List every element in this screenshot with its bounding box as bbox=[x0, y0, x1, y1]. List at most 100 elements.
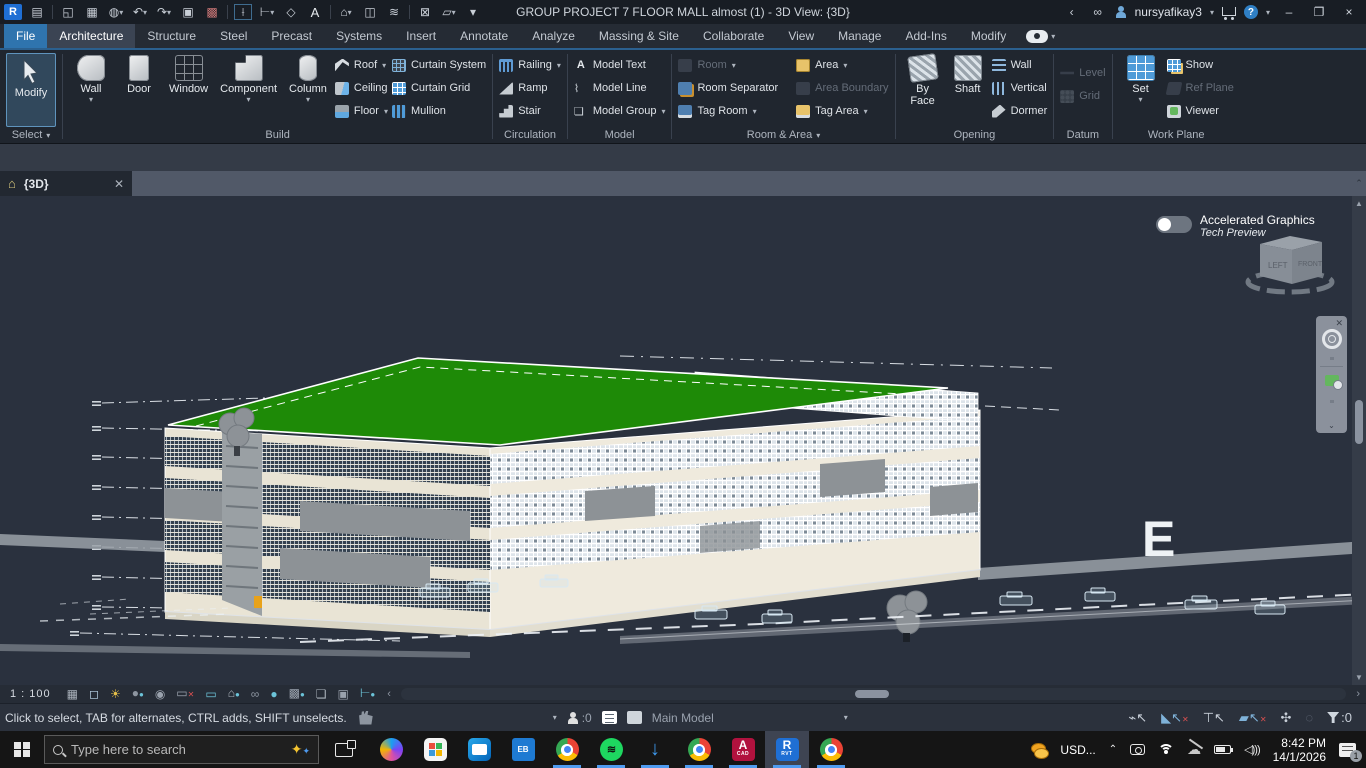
tab-add-ins[interactable]: Add-Ins bbox=[893, 24, 958, 48]
worksets-status[interactable]: :0 bbox=[567, 711, 592, 725]
task-view-icon[interactable] bbox=[335, 743, 353, 757]
volume-icon[interactable]: ◁))) bbox=[1244, 743, 1259, 756]
view-tab-scroll-icon[interactable]: ⌃ bbox=[1352, 171, 1366, 196]
meet-now-icon[interactable] bbox=[1130, 744, 1145, 755]
app-autocad[interactable]: ACAD bbox=[721, 731, 765, 768]
shadows-icon[interactable]: ●● bbox=[132, 687, 144, 701]
opening-vertical-button[interactable]: Vertical bbox=[992, 78, 1048, 98]
battery-icon[interactable] bbox=[1214, 745, 1231, 754]
navbar-close-icon[interactable]: ✕ bbox=[1335, 319, 1343, 327]
modify-button[interactable]: Modify bbox=[6, 53, 56, 127]
currency-coins-icon[interactable] bbox=[1031, 743, 1047, 757]
drag-on-selection-icon[interactable]: ✣ bbox=[1281, 710, 1292, 726]
taskbar-search[interactable]: Type here to search ✦✦ bbox=[44, 735, 319, 764]
steering-wheel-icon[interactable] bbox=[1322, 329, 1342, 349]
scroll-left-icon[interactable]: ‹ bbox=[381, 688, 397, 700]
app-chrome-1[interactable] bbox=[545, 731, 589, 768]
file-properties-icon[interactable]: ▤ bbox=[28, 4, 46, 20]
view-tab-3d[interactable]: ⌂ {3D} ✕ bbox=[0, 171, 132, 196]
shaft-button[interactable]: Shaft bbox=[948, 53, 988, 97]
background-processes-icon[interactable]: ◌ bbox=[1305, 710, 1313, 725]
reveal-hidden-icon[interactable]: ∞ bbox=[251, 688, 260, 700]
tab-view[interactable]: View bbox=[776, 24, 826, 48]
tab-collaborate[interactable]: Collaborate bbox=[691, 24, 776, 48]
minimize-button[interactable]: – bbox=[1278, 3, 1300, 21]
active-design-option[interactable]: Main Model bbox=[652, 711, 714, 725]
scroll-right-icon[interactable]: › bbox=[1350, 688, 1366, 700]
show-crop-region-icon[interactable]: ▭ bbox=[205, 688, 216, 700]
ramp-button[interactable]: Ramp bbox=[499, 78, 561, 98]
tab-steel[interactable]: Steel bbox=[208, 24, 259, 48]
viewcube-left-face[interactable]: LEFT bbox=[1268, 261, 1288, 270]
help-caret-icon[interactable]: ▾ bbox=[1266, 8, 1270, 17]
railing-button[interactable]: Railing▾ bbox=[499, 55, 561, 75]
close-hidden-windows-icon[interactable]: ⊠ bbox=[416, 4, 434, 20]
start-button[interactable] bbox=[0, 731, 44, 768]
measure-icon[interactable]: ⟊ bbox=[234, 4, 252, 20]
app-copilot[interactable] bbox=[369, 731, 413, 768]
drawing-area[interactable]: E Accelerated Graphics Tech Preview LEFT… bbox=[0, 196, 1366, 685]
floor-button[interactable]: Floor▾ bbox=[335, 101, 388, 121]
visual-style-icon[interactable]: ◻ bbox=[89, 688, 99, 700]
help-icon[interactable]: ? bbox=[1244, 5, 1258, 19]
design-options-icon[interactable] bbox=[627, 711, 642, 724]
username[interactable]: nursyafikay3 bbox=[1135, 5, 1202, 19]
app-downloads[interactable]: ↓ bbox=[633, 731, 677, 768]
app-microsoft-store[interactable] bbox=[413, 731, 457, 768]
filter-control[interactable]: :0 bbox=[1327, 710, 1352, 725]
user-menu-caret-icon[interactable]: ▾ bbox=[1210, 8, 1214, 17]
mall-building[interactable] bbox=[165, 358, 980, 637]
thin-lines-icon[interactable]: ≋ bbox=[385, 4, 403, 20]
navbar-options-caret-icon[interactable]: ⌄ bbox=[1328, 421, 1335, 430]
design-option-caret-icon[interactable]: ▾ bbox=[844, 713, 848, 722]
reveal-constraints-icon[interactable]: ▣ bbox=[338, 688, 349, 700]
tab-manage[interactable]: Manage bbox=[826, 24, 893, 48]
home-3d-view-icon[interactable]: ⌂▾ bbox=[337, 4, 355, 20]
elevation-marker[interactable]: E bbox=[1142, 511, 1175, 567]
detail-level-icon[interactable]: ▦ bbox=[67, 688, 78, 700]
panel-label-opening[interactable]: Opening bbox=[896, 127, 1054, 143]
model-group-button[interactable]: ❏Model Group▾ bbox=[574, 101, 666, 121]
set-button[interactable]: Set▾ bbox=[1119, 53, 1163, 106]
communicator-icon[interactable]: ▾ bbox=[1026, 24, 1055, 48]
mullion-button[interactable]: Mullion bbox=[392, 101, 486, 121]
redo-icon[interactable]: ↷▾ bbox=[155, 4, 173, 20]
viewcube-front-face[interactable]: FRONT bbox=[1298, 261, 1323, 268]
horizontal-scrollbar[interactable] bbox=[401, 688, 1346, 700]
tab-annotate[interactable]: Annotate bbox=[448, 24, 520, 48]
stair-button[interactable]: Stair bbox=[499, 101, 561, 121]
app-eb[interactable]: EB bbox=[501, 731, 545, 768]
ceiling-button[interactable]: Ceiling bbox=[335, 78, 388, 98]
app-outlook[interactable] bbox=[457, 731, 501, 768]
select-links-icon[interactable]: ⌁↖ bbox=[1128, 710, 1147, 726]
close-button[interactable]: × bbox=[1338, 3, 1360, 21]
wifi-icon[interactable] bbox=[1158, 744, 1174, 756]
panel-label-model[interactable]: Model bbox=[568, 127, 672, 143]
door-button[interactable]: Door bbox=[117, 53, 161, 97]
roof-button[interactable]: Roof▾ bbox=[335, 55, 388, 75]
dimension-icon[interactable]: ⊢▾ bbox=[258, 4, 276, 20]
opening-wall-button[interactable]: Wall bbox=[992, 55, 1048, 75]
status-expand-caret-icon[interactable]: ▾ bbox=[553, 713, 557, 722]
model-line-button[interactable]: ⌇Model Line bbox=[574, 78, 666, 98]
select-underlay-icon[interactable]: ◣↖✕ bbox=[1161, 710, 1189, 726]
clock[interactable]: 8:42 PM 14/1/2026 bbox=[1273, 736, 1326, 764]
model-3d-view[interactable]: E bbox=[0, 196, 1366, 685]
insert-image-icon[interactable]: ▩ bbox=[203, 4, 221, 20]
panel-label-select[interactable]: Select▾ bbox=[0, 127, 62, 143]
panel-label-build[interactable]: Build bbox=[63, 127, 492, 143]
accelerated-graphics-toggle[interactable] bbox=[1156, 216, 1192, 233]
tag-area-button[interactable]: Tag Area▾ bbox=[796, 101, 888, 121]
user-avatar-icon[interactable] bbox=[1115, 6, 1127, 18]
customize-qat-icon[interactable]: ▾ bbox=[464, 4, 482, 20]
text-icon[interactable]: A bbox=[306, 4, 324, 20]
restore-button[interactable]: ❐ bbox=[1308, 3, 1330, 21]
view-lock-icon[interactable]: ⌂● bbox=[228, 687, 240, 701]
tab-structure[interactable]: Structure bbox=[135, 24, 208, 48]
panel-label-room-area[interactable]: Room & Area▾ bbox=[672, 127, 894, 143]
zoom-tool-icon[interactable] bbox=[1325, 375, 1339, 386]
search-icon[interactable]: ∞ bbox=[1089, 4, 1107, 20]
print-icon[interactable]: ▣ bbox=[179, 4, 197, 20]
area-button[interactable]: Area▾ bbox=[796, 55, 888, 75]
app-spotify[interactable]: ≋ bbox=[589, 731, 633, 768]
